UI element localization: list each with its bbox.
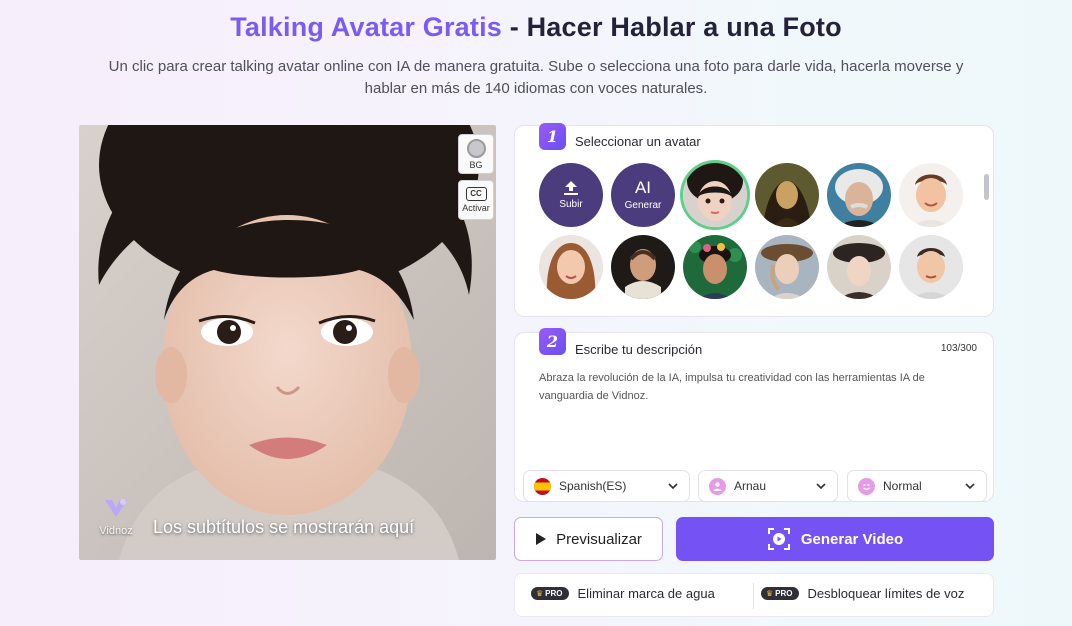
background-label: BG (469, 159, 483, 170)
avatar-option-child[interactable] (683, 163, 747, 227)
avatar-option-frida[interactable] (683, 235, 747, 299)
avatar-selection-title: Seleccionar un avatar (575, 134, 701, 149)
upload-avatar-button[interactable]: Subir (539, 163, 603, 227)
page-title: Talking Avatar Gratis - Hacer Hablar a u… (0, 12, 1072, 43)
avatar-option-painting-lady-hat[interactable] (755, 235, 819, 299)
pro-badge-label: PRO (775, 589, 793, 598)
crown-icon: ♛ (536, 589, 544, 598)
language-select[interactable]: Spanish(ES) (523, 470, 690, 502)
generate-ai-avatar-button[interactable]: AI Generar (611, 163, 675, 227)
preview-button[interactable]: Previsualizar (514, 517, 663, 561)
background-button[interactable]: BG (458, 134, 494, 174)
pro-badge-label: PRO (545, 589, 563, 598)
play-icon (536, 533, 547, 545)
activate-label: Activar (462, 203, 490, 213)
description-title: Escribe tu descripción (575, 342, 703, 357)
preview-photo (79, 125, 496, 560)
closed-captions-icon: CC (465, 187, 487, 201)
language-value: Spanish(ES) (559, 479, 627, 493)
preview-button-label: Previsualizar (556, 530, 642, 548)
upload-label: Subir (559, 199, 583, 210)
avatar-option-cartoon-young-man[interactable] (899, 235, 963, 299)
avatar-selection-card: 1 Seleccionar un avatar Subir AI Generar (514, 123, 994, 317)
avatar-option-cartoon-man[interactable] (899, 163, 963, 227)
step-2-badge: 2 (539, 328, 566, 355)
pro-badge: ♛ PRO (531, 587, 569, 600)
pro-badge: ♛ PRO (761, 587, 799, 600)
avatar-option-einstein[interactable] (827, 163, 891, 227)
video-frame-icon (767, 528, 790, 550)
description-textarea[interactable]: Abraza la revolución de la IA, impulsa t… (539, 369, 979, 405)
smile-icon (858, 477, 875, 495)
ai-icon: AI (634, 178, 652, 197)
pro-features-bar: ♛ PRO Eliminar marca de agua ♛ PRO Desbloq… (514, 573, 994, 617)
generate-video-button[interactable]: Generar Video (676, 517, 994, 561)
title-highlight: Talking Avatar Gratis (230, 12, 502, 42)
spain-flag-icon (534, 477, 551, 495)
voice-avatar-icon (709, 477, 726, 495)
pro-divider (753, 583, 754, 609)
avatar-list-scrollbar[interactable] (984, 174, 989, 200)
generate-video-label: Generar Video (800, 530, 904, 548)
subtitles-toggle-button[interactable]: CC Activar (458, 180, 494, 220)
vidnoz-watermark: Vidnoz (95, 497, 137, 537)
crown-icon: ♛ (766, 589, 774, 598)
step-1-badge: 1 (539, 123, 566, 150)
avatar-option-painting-lady-black-hat[interactable] (827, 235, 891, 299)
vidnoz-logo-icon (105, 499, 127, 517)
avatar-option-mona-lisa[interactable] (755, 163, 819, 227)
chevron-down-icon (816, 483, 826, 490)
generate-label: Generar (624, 200, 662, 211)
description-card: 2 Escribe tu descripción 103/300 Abraza … (514, 328, 994, 502)
character-counter: 103/300 (940, 343, 977, 354)
remove-watermark-option[interactable]: ♛ PRO Eliminar marca de agua (531, 586, 715, 601)
title-rest: - Hacer Hablar a una Foto (502, 12, 842, 42)
background-icon (466, 138, 486, 158)
page-subtitle: Un clic para crear talking avatar online… (108, 58, 964, 97)
avatar-preview: BG CC Activar Vidnoz Los subtítulos se m… (79, 125, 496, 560)
unlock-voice-limits-option[interactable]: ♛ PRO Desbloquear límites de voz (761, 586, 964, 601)
chevron-down-icon (668, 483, 678, 490)
watermark-text: Vidnoz (99, 525, 133, 537)
chevron-down-icon (965, 483, 975, 490)
upload-icon (564, 181, 578, 195)
voice-value: Arnau (734, 479, 767, 493)
style-select[interactable]: Normal (847, 470, 987, 502)
unlock-voice-limits-label: Desbloquear límites de voz (807, 586, 965, 601)
avatar-option-shakespeare[interactable] (611, 235, 675, 299)
voice-select[interactable]: Arnau (698, 470, 838, 502)
remove-watermark-label: Eliminar marca de agua (577, 586, 715, 601)
avatar-option-cartoon-woman[interactable] (539, 235, 603, 299)
style-value: Normal (883, 479, 922, 493)
subtitle-caption: Los subtítulos se mostrarán aquí (153, 517, 415, 537)
